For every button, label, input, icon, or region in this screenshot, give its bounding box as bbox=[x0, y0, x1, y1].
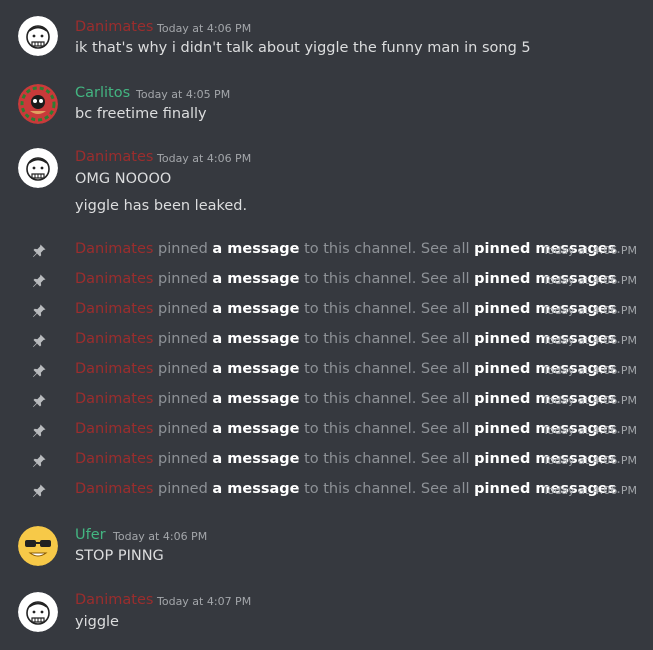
pin-notification-row: Danimates pinned a message to this chann… bbox=[0, 266, 653, 296]
pin-author[interactable]: Danimates bbox=[75, 331, 153, 347]
pinned-message-link[interactable]: a message bbox=[212, 241, 299, 257]
danimates-avatar[interactable] bbox=[18, 148, 58, 188]
pin-author[interactable]: Danimates bbox=[75, 391, 153, 407]
pin-verb: pinned bbox=[153, 301, 213, 317]
carlitos-avatar[interactable] bbox=[18, 84, 58, 124]
pin-notification-text: Danimates pinned a message to this chann… bbox=[75, 271, 621, 287]
pin-icon bbox=[31, 363, 47, 379]
pinned-message-link[interactable]: a message bbox=[212, 421, 299, 437]
pin-verb: pinned bbox=[153, 451, 213, 467]
pin-timestamp: Today at 4:06 PM bbox=[542, 304, 637, 317]
pin-icon bbox=[31, 243, 47, 259]
pin-notification-text: Danimates pinned a message to this chann… bbox=[75, 241, 621, 257]
pinned-message-link[interactable]: a message bbox=[212, 391, 299, 407]
pin-notification-row: Danimates pinned a message to this chann… bbox=[0, 416, 653, 446]
pin-middle-text: to this channel. See all bbox=[299, 421, 475, 437]
pin-middle-text: to this channel. See all bbox=[299, 361, 475, 377]
message-text: ik that's why i didn't talk about yiggle… bbox=[75, 40, 531, 56]
pin-author[interactable]: Danimates bbox=[75, 421, 153, 437]
pin-verb: pinned bbox=[153, 331, 213, 347]
pin-middle-text: to this channel. See all bbox=[299, 451, 475, 467]
pin-icon bbox=[31, 423, 47, 439]
pin-timestamp: Today at 4:06 PM bbox=[542, 364, 637, 377]
pin-author[interactable]: Danimates bbox=[75, 451, 153, 467]
pin-icon bbox=[31, 333, 47, 349]
pin-timestamp: Today at 4:06 PM bbox=[542, 484, 637, 497]
pin-verb: pinned bbox=[153, 481, 213, 497]
ufer-avatar[interactable] bbox=[18, 526, 58, 566]
pin-timestamp: Today at 4:06 PM bbox=[542, 334, 637, 347]
message-timestamp: Today at 4:06 PM bbox=[157, 22, 252, 35]
message-author[interactable]: Danimates bbox=[75, 592, 153, 608]
pin-verb: pinned bbox=[153, 391, 213, 407]
pin-middle-text: to this channel. See all bbox=[299, 481, 475, 497]
pin-icon bbox=[31, 453, 47, 469]
pin-notification-text: Danimates pinned a message to this chann… bbox=[75, 421, 621, 437]
pinned-message-link[interactable]: a message bbox=[212, 271, 299, 287]
pin-verb: pinned bbox=[153, 421, 213, 437]
pin-timestamp: Today at 4:06 PM bbox=[542, 244, 637, 257]
pin-notification-row: Danimates pinned a message to this chann… bbox=[0, 386, 653, 416]
pin-verb: pinned bbox=[153, 271, 213, 287]
pin-verb: pinned bbox=[153, 241, 213, 257]
pin-author[interactable]: Danimates bbox=[75, 361, 153, 377]
pin-notification-text: Danimates pinned a message to this chann… bbox=[75, 391, 621, 407]
message-author[interactable]: Danimates bbox=[75, 19, 153, 35]
message-text: STOP PINNG bbox=[75, 548, 164, 564]
message-timestamp: Today at 4:05 PM bbox=[136, 88, 231, 101]
pin-icon bbox=[31, 273, 47, 289]
message-timestamp: Today at 4:06 PM bbox=[113, 530, 208, 543]
pin-notification-text: Danimates pinned a message to this chann… bbox=[75, 361, 621, 377]
pin-timestamp: Today at 4:06 PM bbox=[542, 394, 637, 407]
message-timestamp: Today at 4:07 PM bbox=[157, 595, 252, 608]
message-timestamp: Today at 4:06 PM bbox=[157, 152, 252, 165]
pinned-message-link[interactable]: a message bbox=[212, 451, 299, 467]
pin-author[interactable]: Danimates bbox=[75, 241, 153, 257]
pinned-message-link[interactable]: a message bbox=[212, 361, 299, 377]
pinned-message-link[interactable]: a message bbox=[212, 481, 299, 497]
pin-notification-row: Danimates pinned a message to this chann… bbox=[0, 356, 653, 386]
pin-notification-row: Danimates pinned a message to this chann… bbox=[0, 476, 653, 506]
pin-timestamp: Today at 4:06 PM bbox=[542, 454, 637, 467]
danimates-avatar[interactable] bbox=[18, 16, 58, 56]
pinned-message-link[interactable]: a message bbox=[212, 301, 299, 317]
pin-notification-text: Danimates pinned a message to this chann… bbox=[75, 301, 621, 317]
pin-middle-text: to this channel. See all bbox=[299, 271, 475, 287]
pin-middle-text: to this channel. See all bbox=[299, 301, 475, 317]
message-author[interactable]: Ufer bbox=[75, 527, 106, 543]
pin-notification-row: Danimates pinned a message to this chann… bbox=[0, 236, 653, 266]
pin-icon bbox=[31, 393, 47, 409]
danimates-avatar[interactable] bbox=[18, 592, 58, 632]
pin-icon bbox=[31, 483, 47, 499]
pin-timestamp: Today at 4:06 PM bbox=[542, 274, 637, 287]
message-text: OMG NOOOO bbox=[75, 171, 172, 187]
pin-notification-text: Danimates pinned a message to this chann… bbox=[75, 481, 621, 497]
pin-notification-row: Danimates pinned a message to this chann… bbox=[0, 446, 653, 476]
pin-timestamp: Today at 4:06 PM bbox=[542, 424, 637, 437]
pin-author[interactable]: Danimates bbox=[75, 481, 153, 497]
pin-middle-text: to this channel. See all bbox=[299, 391, 475, 407]
pin-notification-row: Danimates pinned a message to this chann… bbox=[0, 296, 653, 326]
pin-notification-text: Danimates pinned a message to this chann… bbox=[75, 451, 621, 467]
message-author[interactable]: Carlitos bbox=[75, 85, 130, 101]
pin-middle-text: to this channel. See all bbox=[299, 241, 475, 257]
pin-notification-row: Danimates pinned a message to this chann… bbox=[0, 326, 653, 356]
pin-notification-text: Danimates pinned a message to this chann… bbox=[75, 331, 621, 347]
pin-author[interactable]: Danimates bbox=[75, 271, 153, 287]
pin-middle-text: to this channel. See all bbox=[299, 331, 475, 347]
pin-author[interactable]: Danimates bbox=[75, 301, 153, 317]
pin-icon bbox=[31, 303, 47, 319]
message-text: yiggle has been leaked. bbox=[75, 198, 248, 214]
pinned-message-link[interactable]: a message bbox=[212, 331, 299, 347]
message-text: yiggle bbox=[75, 614, 119, 630]
message-author[interactable]: Danimates bbox=[75, 149, 153, 165]
pin-verb: pinned bbox=[153, 361, 213, 377]
message-text: bc freetime finally bbox=[75, 106, 207, 122]
